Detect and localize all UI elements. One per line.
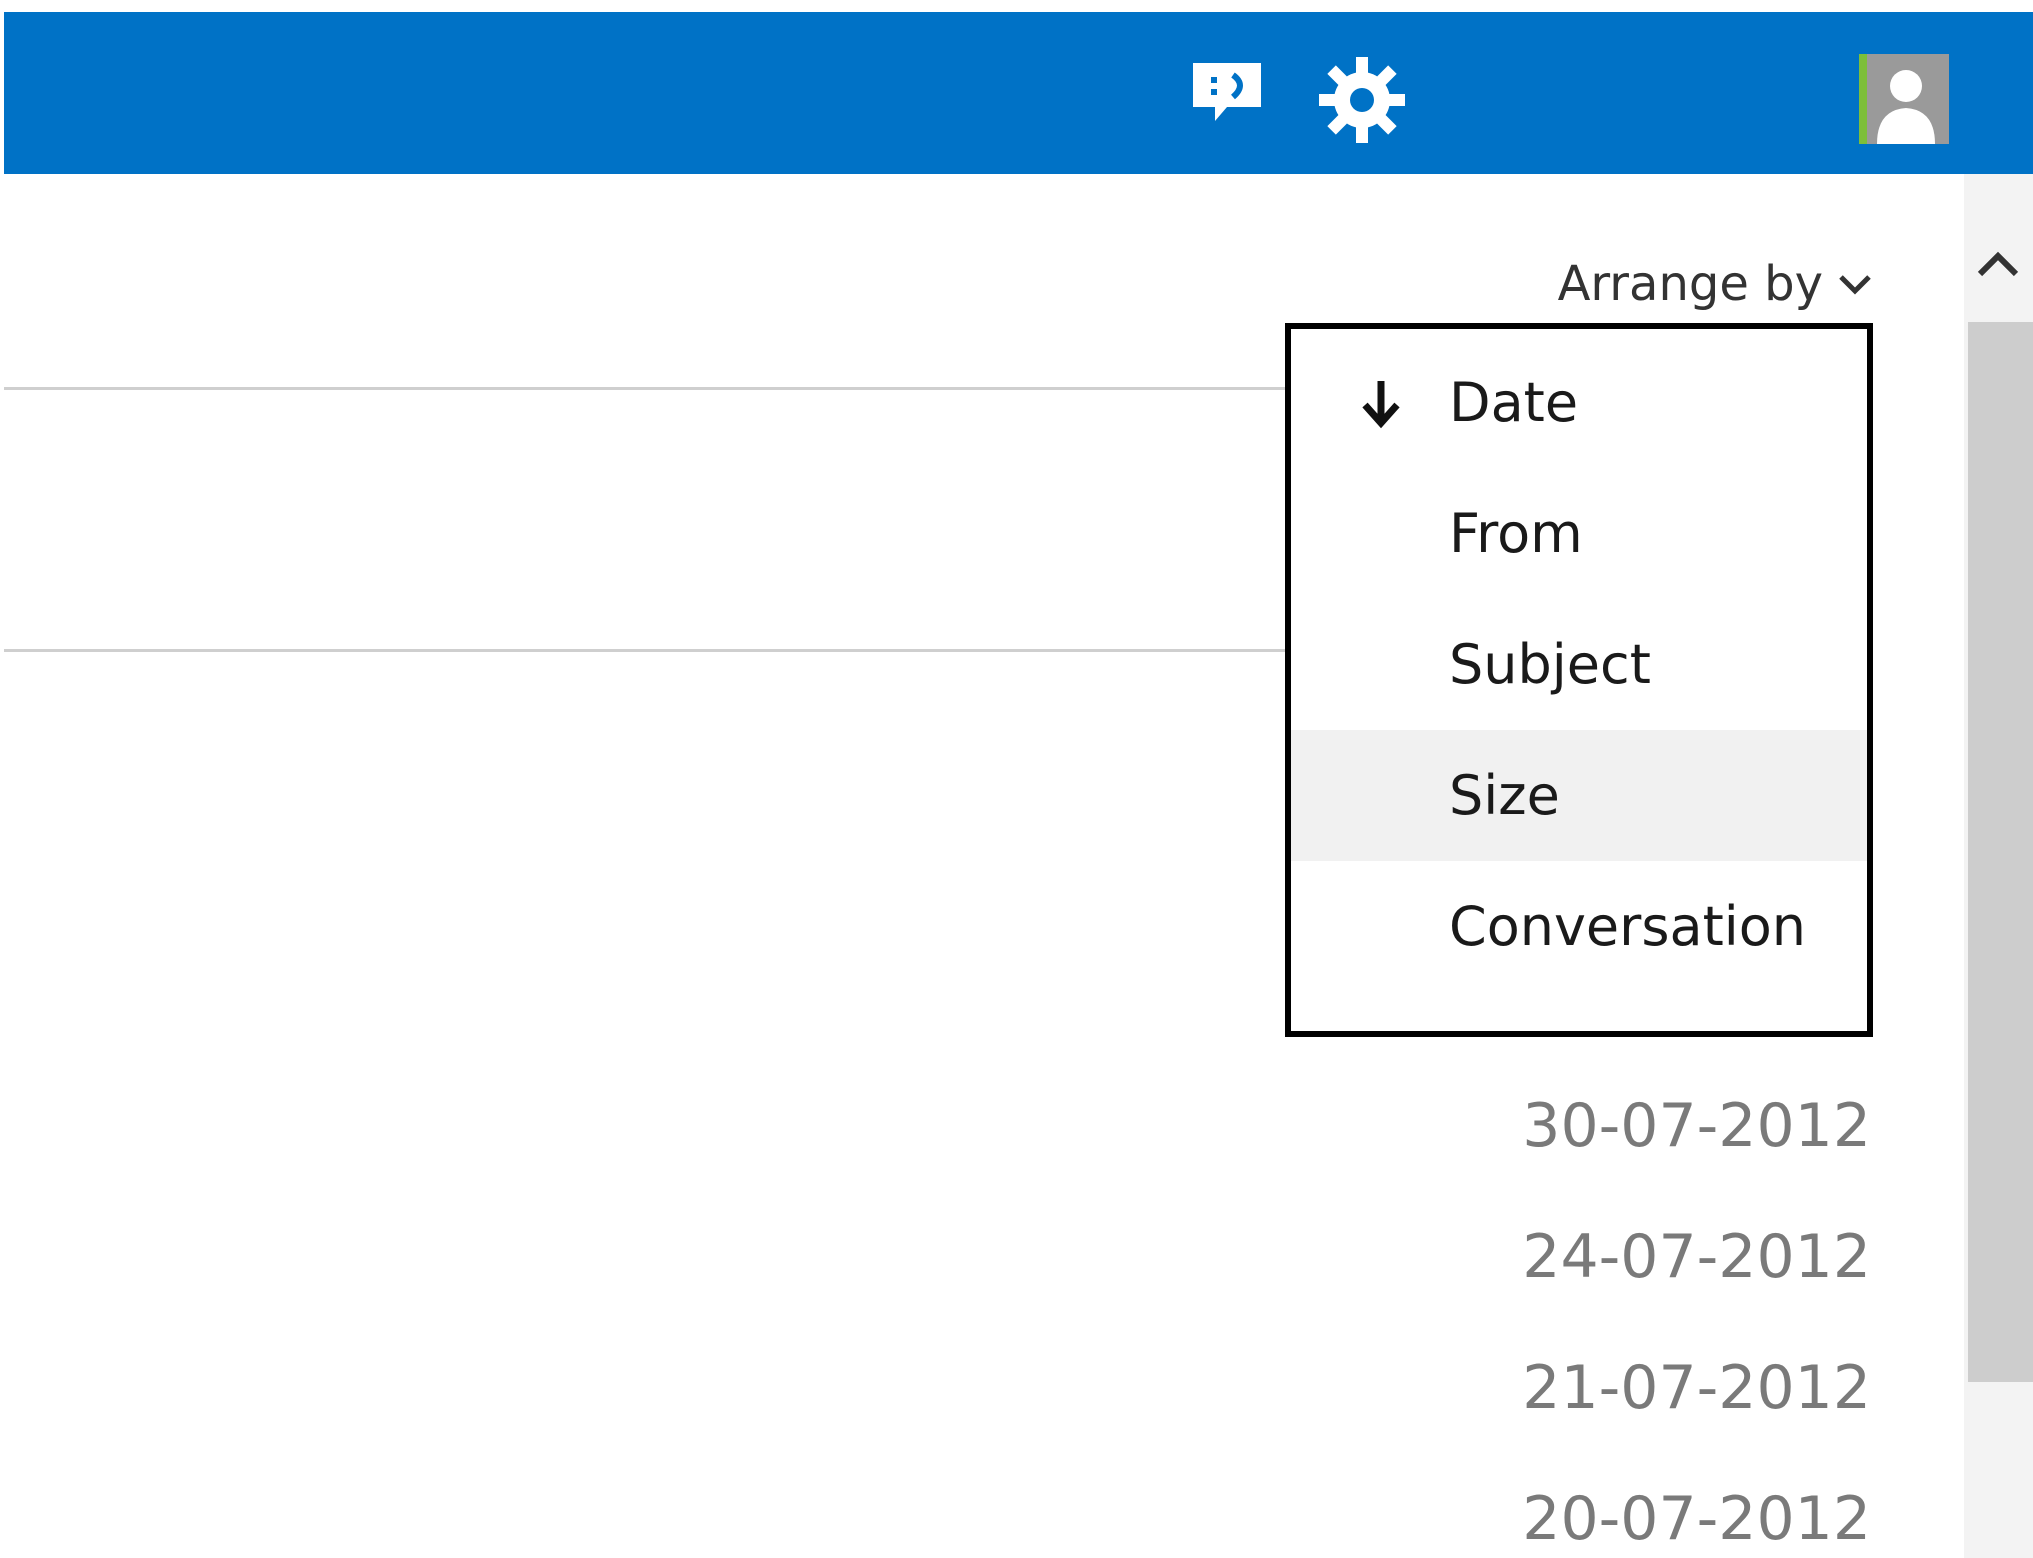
arrow-down-icon [1359,377,1403,429]
menu-item-label: Size [1449,764,1560,827]
gear-icon[interactable] [1317,55,1407,145]
user-avatar-icon[interactable] [1859,54,1949,144]
message-date-column: 30-07-2012 24-07-2012 21-07-2012 20-07-2… [1522,1060,1871,1558]
list-divider [4,387,1294,390]
message-date: 20-07-2012 [1522,1483,1871,1554]
feedback-smiley-icon[interactable] [1187,55,1267,135]
mail-app: Arrange by Date From Subject Size Conver… [0,0,2033,1558]
scrollbar-thumb[interactable] [1968,322,2033,1382]
menu-item-conversation[interactable]: Conversation [1291,861,1867,992]
chevron-down-icon [1837,269,1873,299]
message-date: 24-07-2012 [1522,1221,1871,1292]
menu-item-from[interactable]: From [1291,468,1867,599]
message-date: 21-07-2012 [1522,1352,1871,1423]
menu-item-size[interactable]: Size [1291,730,1867,861]
arrange-by-button[interactable]: Arrange by [1558,256,1873,312]
top-bar [4,12,2033,174]
menu-item-label: Conversation [1449,895,1807,958]
menu-item-label: From [1449,502,1583,565]
scrollbar[interactable] [1964,174,2033,1558]
chevron-up-icon[interactable] [1964,234,2033,294]
arrange-by-menu: Date From Subject Size Conversation [1285,323,1873,1037]
menu-item-subject[interactable]: Subject [1291,599,1867,730]
menu-item-label: Subject [1449,633,1651,696]
menu-item-label: Date [1449,371,1579,434]
message-date: 30-07-2012 [1522,1090,1871,1161]
arrange-by-label: Arrange by [1557,256,1823,312]
list-divider [4,649,1294,652]
menu-item-date[interactable]: Date [1291,337,1867,468]
